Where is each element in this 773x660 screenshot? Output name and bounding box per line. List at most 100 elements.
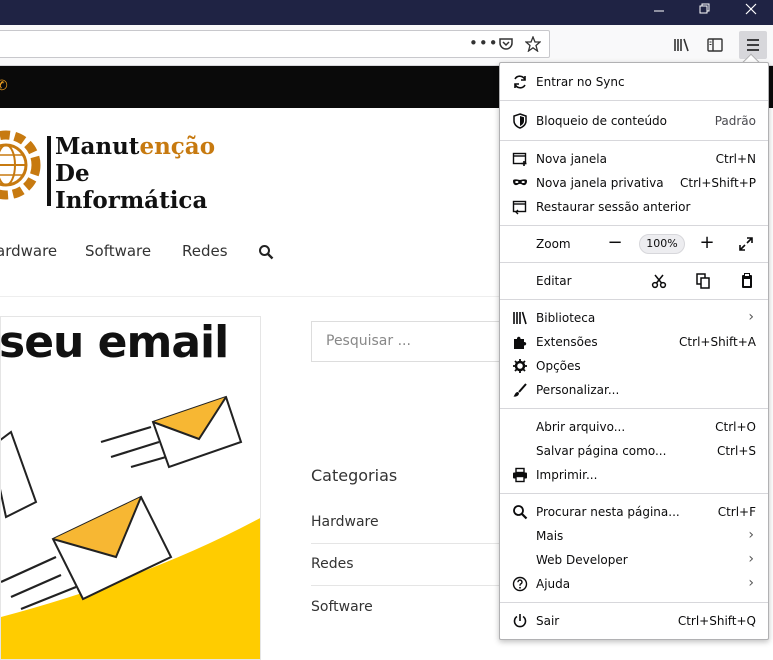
menu-separator: [500, 225, 768, 226]
logo-line3: Informática: [55, 187, 208, 214]
private-mask-icon: [513, 179, 527, 186]
menu-item-new-window[interactable]: Nova janela Ctrl+N: [500, 147, 768, 171]
app-menu-panel: Entrar no Sync Bloqueio de conteúdo Padr…: [499, 62, 769, 640]
sync-icon: [514, 75, 526, 89]
restore-session-icon: [512, 200, 527, 215]
copy-icon[interactable]: [694, 272, 712, 290]
bookmark-star-icon[interactable]: [525, 36, 541, 52]
zoom-in-button[interactable]: +: [697, 232, 717, 256]
logo-line1b: enção: [139, 133, 216, 160]
menu-separator: [500, 140, 768, 141]
minimize-button[interactable]: [636, 0, 682, 20]
menu-item-shortcut: Ctrl+Shift+A: [679, 335, 756, 349]
menu-item-private-window[interactable]: Nova janela privativa Ctrl+Shift+P: [500, 171, 768, 195]
search-icon[interactable]: [258, 244, 274, 260]
menu-item-label: Nova janela: [536, 152, 607, 166]
banner-title: seu email: [0, 317, 229, 368]
zoom-out-button[interactable]: −: [605, 232, 625, 256]
zoom-reset-button[interactable]: 100%: [639, 234, 685, 254]
page-actions-button[interactable]: •••: [469, 34, 499, 52]
puzzle-icon: [514, 336, 527, 349]
restore-button[interactable]: [682, 0, 728, 20]
navigation-toolbar: •••: [0, 25, 773, 66]
menu-item-label: Entrar no Sync: [536, 75, 625, 89]
menu-item-shortcut: Ctrl+Shift+Q: [677, 614, 756, 628]
menu-item-label: Ajuda: [536, 577, 571, 591]
category-link-hardware[interactable]: Hardware: [311, 514, 379, 530]
fullscreen-icon[interactable]: [738, 236, 754, 252]
menu-item-shortcut: Ctrl+F: [717, 505, 756, 519]
menu-item-library[interactable]: Biblioteca ›: [500, 306, 768, 330]
sidebar-icon[interactable]: [706, 36, 724, 54]
printer-icon: [513, 467, 527, 483]
restore-icon: [699, 3, 710, 14]
window-titlebar: [0, 0, 773, 25]
minimize-icon: [654, 10, 664, 12]
logo-line1a: Manut: [55, 133, 140, 160]
logo-divider: [47, 136, 51, 206]
menu-separator: [500, 493, 768, 494]
menu-item-print[interactable]: Imprimir...: [500, 463, 768, 487]
menu-item-label: Procurar nesta página...: [536, 505, 680, 519]
categories-heading: Categorias: [311, 466, 398, 485]
logo-line2: De: [55, 160, 90, 187]
phone-icon: ✆: [0, 78, 8, 94]
chevron-right-icon: ›: [748, 527, 754, 543]
menu-item-label: Imprimir...: [536, 468, 598, 482]
menu-separator: [500, 100, 768, 101]
chevron-right-icon: ›: [748, 309, 754, 325]
chevron-right-icon: ›: [748, 575, 754, 591]
menu-separator: [500, 408, 768, 409]
paintbrush-icon: [513, 383, 527, 397]
menu-separator: [500, 602, 768, 603]
category-divider: [311, 585, 511, 586]
menu-item-help[interactable]: Ajuda ›: [500, 572, 768, 596]
menu-item-restore-session[interactable]: Restaurar sessão anterior: [500, 195, 768, 219]
menu-item-label: Nova janela privativa: [536, 176, 664, 190]
nav-redes[interactable]: Redes: [182, 242, 228, 260]
menu-item-addons[interactable]: Extensões Ctrl+Shift+A: [500, 330, 768, 354]
paste-icon[interactable]: [738, 272, 756, 290]
new-window-icon: [512, 152, 527, 166]
menu-item-quit[interactable]: Sair Ctrl+Shift+Q: [500, 609, 768, 633]
menu-item-more[interactable]: Mais ›: [500, 524, 768, 548]
menu-item-content-blocking[interactable]: Bloqueio de conteúdo Padrão: [500, 109, 768, 133]
post-banner-image[interactable]: seu email: [0, 316, 261, 660]
category-link-software[interactable]: Software: [311, 599, 373, 615]
category-link-redes[interactable]: Redes: [311, 556, 354, 572]
cut-icon[interactable]: [650, 272, 668, 290]
menu-item-find[interactable]: Procurar nesta página... Ctrl+F: [500, 500, 768, 524]
shield-icon: [513, 113, 527, 129]
nav-hardware[interactable]: ardware: [0, 242, 57, 260]
url-bar[interactable]: •••: [0, 30, 550, 58]
power-icon: [513, 614, 527, 628]
close-button[interactable]: [728, 0, 773, 20]
menu-item-web-developer[interactable]: Web Developer ›: [500, 548, 768, 572]
library-icon[interactable]: [673, 36, 691, 54]
banner-graphic: [1, 395, 260, 659]
pocket-icon[interactable]: [498, 36, 514, 52]
close-icon: [745, 3, 757, 15]
site-logo[interactable]: Manutenção De Informática: [55, 133, 215, 214]
envelope-icon: [1, 430, 38, 519]
menu-item-shortcut: Ctrl+O: [715, 420, 756, 434]
gear-icon: [513, 359, 527, 373]
menu-item-customize[interactable]: Personalizar...: [500, 378, 768, 402]
library-icon: [513, 311, 527, 325]
sidebar-search[interactable]: [311, 321, 511, 362]
menu-item-label: Bloqueio de conteúdo: [536, 114, 668, 128]
menu-item-shortcut: Ctrl+Shift+P: [680, 176, 756, 190]
menu-item-label: Biblioteca: [536, 311, 596, 325]
menu-item-options[interactable]: Opções: [500, 354, 768, 378]
nav-software[interactable]: Software: [85, 242, 151, 260]
menu-item-edit: Editar: [500, 269, 768, 293]
menu-item-sync[interactable]: Entrar no Sync: [500, 70, 768, 94]
search-input[interactable]: [326, 322, 506, 360]
menu-item-label: Salvar página como...: [536, 444, 667, 458]
menu-item-save-page[interactable]: Salvar página como... Ctrl+S: [500, 439, 768, 463]
menu-item-open-file[interactable]: Abrir arquivo... Ctrl+O: [500, 415, 768, 439]
menu-item-label: Restaurar sessão anterior: [536, 200, 691, 214]
menu-item-label: Sair: [536, 614, 560, 628]
menu-item-label: Abrir arquivo...: [536, 420, 626, 434]
header-divider: [0, 296, 500, 297]
